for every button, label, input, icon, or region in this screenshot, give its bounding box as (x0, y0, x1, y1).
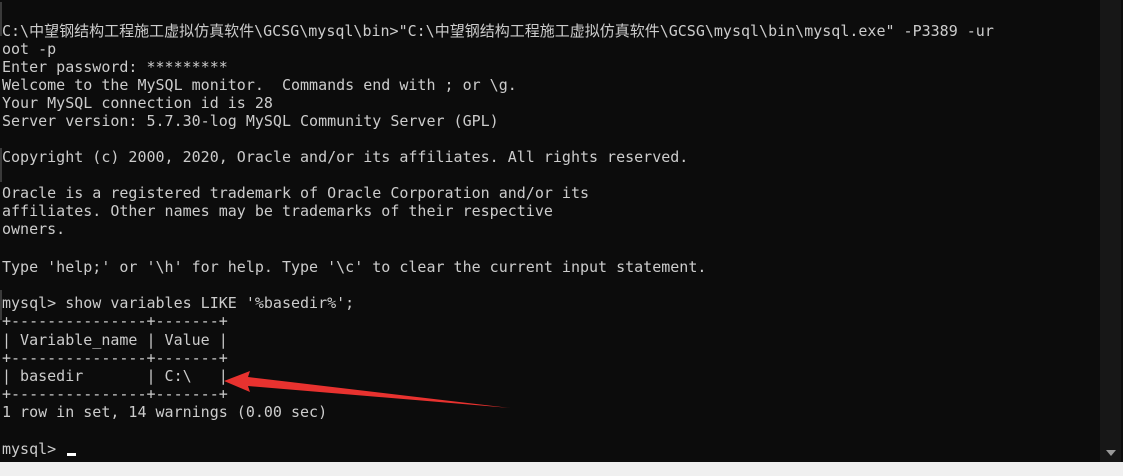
result-table-border-mid: +---------------+-------+ (2, 349, 228, 367)
scrollbar-track[interactable] (1100, 0, 1121, 462)
terminal-line-password: Enter password: ********* (2, 58, 228, 76)
result-table-header: | Variable_name | Value | (2, 331, 228, 349)
terminal-line-trademark-2: affiliates. Other names may be trademark… (2, 202, 553, 220)
terminal-line-trademark-3: owners. (2, 220, 66, 238)
terminal-line-result-summary: 1 row in set, 14 warnings (0.00 sec) (2, 403, 328, 421)
terminal-prompt-line[interactable]: mysql> (2, 440, 77, 458)
terminal-line-server-version: Server version: 5.7.30-log MySQL Communi… (2, 112, 499, 130)
mysql-prompt: mysql> (2, 440, 66, 458)
terminal-line-query: mysql> show variables LIKE '%basedir%'; (2, 294, 355, 312)
terminal-console[interactable]: C:\中望钢结构工程施工虚拟仿真软件\GCSG\mysql\bin>"C:\中望… (0, 0, 1098, 476)
terminal-line-command-wrap: oot -p (2, 40, 57, 58)
terminal-line-copyright: Copyright (c) 2000, 2020, Oracle and/or … (2, 148, 689, 166)
terminal-line-trademark-1: Oracle is a registered trademark of Orac… (2, 184, 589, 202)
result-table-border-top: +---------------+-------+ (2, 312, 228, 330)
terminal-line-connection-id: Your MySQL connection id is 28 (2, 94, 273, 112)
result-table-border-bottom: +---------------+-------+ (2, 385, 228, 403)
text-cursor (67, 453, 77, 456)
result-table-row: | basedir | C:\ | (2, 367, 228, 385)
scroll-down-arrow-icon[interactable] (1106, 450, 1116, 456)
terminal-line-help-hint: Type 'help;' or '\h' for help. Type '\c'… (2, 258, 707, 276)
terminal-line-command: C:\中望钢结构工程施工虚拟仿真软件\GCSG\mysql\bin>"C:\中望… (2, 22, 994, 40)
terminal-line-welcome: Welcome to the MySQL monitor. Commands e… (2, 76, 517, 94)
window-bottom-edge (0, 462, 1123, 476)
